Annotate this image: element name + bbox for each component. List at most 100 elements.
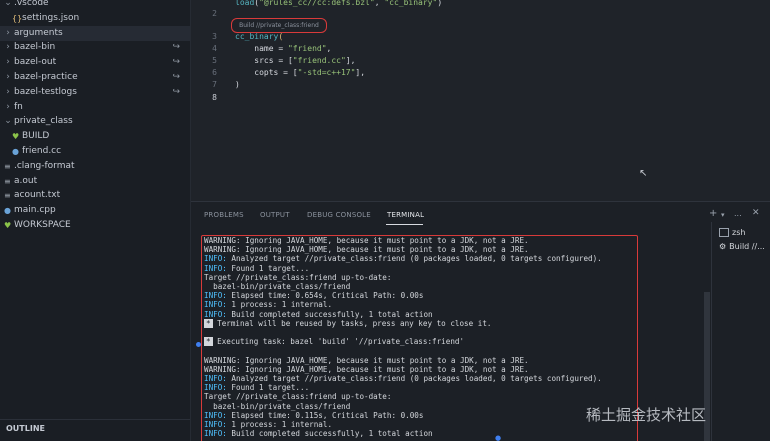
json-file-icon: {} xyxy=(12,13,23,23)
explorer-file[interactable]: {} settings.json xyxy=(0,11,190,26)
explorer-item-label: settings.json xyxy=(22,12,80,23)
terminal-session-label: Build //... xyxy=(729,242,765,251)
terminal-line: INFO: Found 1 target... xyxy=(204,263,310,273)
editor-area[interactable]: load("@rules_cc//cc:defs.bzl", "cc_binar… xyxy=(191,0,770,198)
notification-toast[interactable]: ● xyxy=(495,434,705,441)
line-number: 3 xyxy=(212,32,217,41)
cpp-file-icon: ● xyxy=(4,206,11,216)
line-number: 2 xyxy=(212,9,217,18)
explorer-item-label: a.out xyxy=(14,175,38,186)
chevron-right-icon[interactable]: › xyxy=(4,70,12,85)
explorer-folder[interactable]: › bazel-out ↪ xyxy=(0,55,190,70)
chevron-right-icon[interactable]: › xyxy=(4,26,12,41)
symlink-icon: ↪ xyxy=(172,57,180,68)
chevron-right-icon[interactable]: › xyxy=(4,85,12,100)
bazel-file-icon: ♥ xyxy=(12,132,20,142)
chevron-down-icon[interactable]: ⌄ xyxy=(4,114,12,129)
tools-icon: ⚙ xyxy=(719,242,727,251)
terminal-line: INFO: 1 process: 1 internal. xyxy=(204,420,333,429)
code-line-load: load("@rules_cc//cc:defs.bzl", "cc_binar… xyxy=(235,0,443,7)
symlink-icon: ↪ xyxy=(172,86,180,97)
chevron-down-icon[interactable]: ▾ xyxy=(721,211,725,219)
line-number: 8 xyxy=(212,92,217,102)
info-prefix: INFO: xyxy=(204,383,227,393)
explorer-folder[interactable]: › bazel-bin ↪ xyxy=(0,40,190,55)
task-status-dot-icon xyxy=(196,342,201,347)
explorer-file[interactable]: ≡ .clang-format xyxy=(0,159,190,174)
terminal-line: WARNING: Ignoring JAVA_HOME, because it … xyxy=(204,364,529,374)
explorer-folder[interactable]: ⌄ .vscode xyxy=(0,0,190,11)
terminal-line: WARNING: Ignoring JAVA_HOME, because it … xyxy=(204,355,529,365)
tab-terminal[interactable]: TERMINAL xyxy=(387,211,424,219)
explorer-item-label: bazel-out xyxy=(14,57,57,68)
explorer-item-label: main.cpp xyxy=(14,205,56,216)
terminal-session-zsh[interactable]: zsh xyxy=(719,228,745,237)
explorer-item-label: bazel-practice xyxy=(14,72,78,82)
info-prefix: INFO: xyxy=(204,429,227,439)
terminal-line: bazel-bin/private_class/friend xyxy=(204,401,351,411)
chevron-down-icon[interactable]: ⌄ xyxy=(4,0,12,11)
explorer-file[interactable]: ≡ acount.txt xyxy=(0,188,190,203)
terminal-line: INFO: Found 1 target... xyxy=(204,383,310,393)
terminal-line: * Terminal will be reused by tasks, pres… xyxy=(204,318,492,328)
chevron-right-icon[interactable]: › xyxy=(4,100,12,115)
text-file-icon: ≡ xyxy=(4,191,11,201)
code-line: srcs = ["friend.cc"], xyxy=(235,56,356,66)
explorer-folder[interactable]: › fn xyxy=(0,100,190,115)
outline-section-header[interactable]: OUTLINE xyxy=(0,419,190,438)
chevron-right-icon[interactable]: › xyxy=(4,55,12,70)
close-panel-icon[interactable]: ✕ xyxy=(752,208,760,218)
tab-problems[interactable]: PROBLEMS xyxy=(204,211,244,219)
info-prefix: INFO: xyxy=(204,254,227,264)
terminal-line: INFO: 1 process: 1 internal. xyxy=(204,300,333,310)
terminal-line: INFO: Analyzed target //private_class:fr… xyxy=(204,254,602,264)
chevron-right-icon[interactable]: › xyxy=(4,40,12,55)
line-number: 5 xyxy=(212,56,217,66)
explorer-item-label: BUILD xyxy=(22,131,50,142)
explorer-file[interactable]: ● main.cpp xyxy=(0,203,190,218)
explorer-item-label: friend.cc xyxy=(22,146,62,156)
info-prefix: INFO: xyxy=(204,263,227,273)
info-prefix: INFO: xyxy=(204,309,227,319)
explorer-item-label: acount.txt xyxy=(14,190,61,201)
explorer-folder[interactable]: › bazel-practice ↪ xyxy=(0,70,190,85)
tab-debug-console[interactable]: DEBUG CONSOLE xyxy=(307,211,371,219)
vscode-window: ⌄ .vscode{} settings.json › arguments › bazel-… xyxy=(0,0,770,441)
info-icon: ● xyxy=(495,434,502,441)
terminal-session-list: zsh ⚙ Build //... xyxy=(711,222,770,441)
line-number: 4 xyxy=(212,44,217,54)
task-marker-icon: * xyxy=(204,337,213,347)
info-prefix: INFO: xyxy=(204,300,227,310)
terminal-line: INFO: Build completed successfully, 1 to… xyxy=(204,429,433,439)
terminal-line: INFO: Build completed successfully, 1 to… xyxy=(204,309,433,319)
codelens-build-link[interactable]: Build //private_class:friend xyxy=(231,18,327,33)
explorer-folder[interactable]: › bazel-testlogs ↪ xyxy=(0,85,190,100)
more-actions-icon[interactable]: ... xyxy=(734,209,742,218)
terminal-session-build[interactable]: ⚙ Build //... xyxy=(719,242,765,251)
code-line: ) xyxy=(235,80,240,90)
bazel-file-icon: ♥ xyxy=(4,221,12,230)
terminal-line: * Executing task: bazel 'build' '//priva… xyxy=(204,337,465,347)
line-number: 6 xyxy=(212,68,217,78)
explorer-item-label: arguments xyxy=(14,27,63,38)
explorer-sidebar: ⌄ .vscode{} settings.json › arguments › bazel-… xyxy=(0,0,191,441)
terminal-line: INFO: Elapsed time: 0.115s, Critical Pat… xyxy=(204,410,424,420)
explorer-file[interactable]: ♥ WORKSPACE xyxy=(0,218,190,233)
symlink-icon: ↪ xyxy=(172,42,180,53)
explorer-folder[interactable]: ⌄ private_class xyxy=(0,114,190,129)
explorer-file[interactable]: ♥ BUILD xyxy=(0,129,190,144)
info-prefix: INFO: xyxy=(204,374,227,383)
explorer-file[interactable]: ≡ a.out xyxy=(0,174,190,189)
code-line: cc_binary( xyxy=(235,32,284,41)
terminal-session-label: zsh xyxy=(732,228,746,237)
explorer-file[interactable]: ● friend.cc xyxy=(0,144,190,159)
new-terminal-icon[interactable]: + xyxy=(709,208,717,219)
tab-output[interactable]: OUTPUT xyxy=(260,211,290,219)
code-line: copts = ["-std=c++17"], xyxy=(235,68,366,78)
explorer-folder[interactable]: › arguments xyxy=(0,25,190,41)
terminal-line: WARNING: Ignoring JAVA_HOME, because it … xyxy=(204,245,529,255)
outline-label: OUTLINE xyxy=(6,424,45,433)
line-number: 7 xyxy=(212,80,217,90)
task-marker-icon: * xyxy=(204,318,213,328)
active-tab-indicator xyxy=(386,224,423,225)
